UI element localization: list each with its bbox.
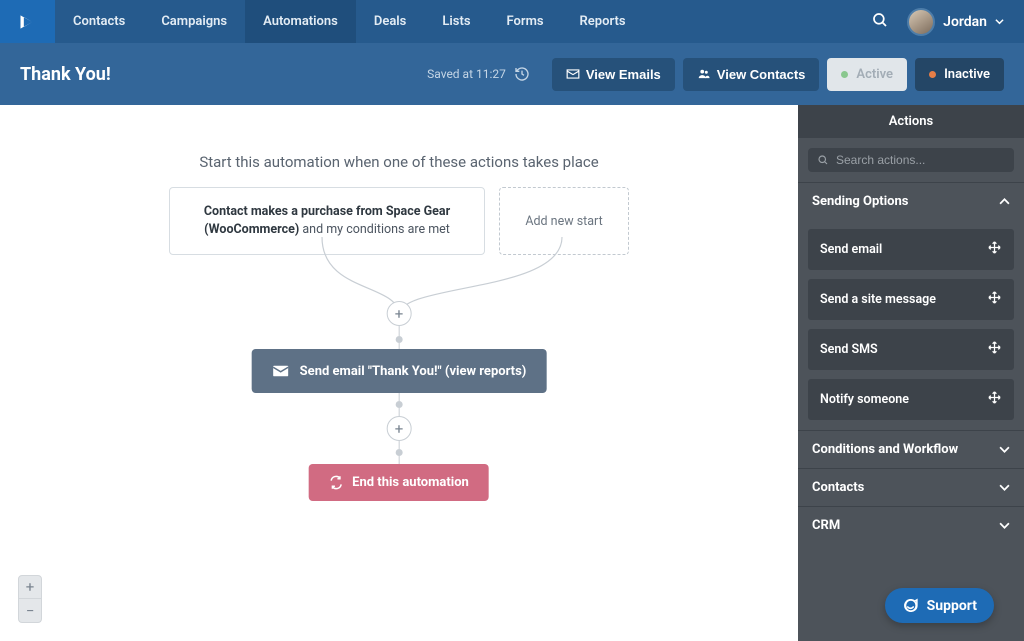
section-conditions-workflow[interactable]: Conditions and Workflow: [798, 430, 1024, 468]
status-dot-active: [841, 71, 848, 78]
avatar: [907, 8, 935, 36]
view-emails-button[interactable]: View Emails: [552, 58, 675, 91]
add-new-start[interactable]: Add new start: [499, 187, 629, 255]
support-button[interactable]: Support: [885, 588, 994, 623]
history-icon[interactable]: [514, 66, 530, 82]
panel-title: Actions: [798, 105, 1024, 138]
nav-contacts[interactable]: Contacts: [55, 0, 143, 43]
end-node[interactable]: End this automation: [309, 464, 489, 501]
section-sending-options[interactable]: Sending Options: [798, 182, 1024, 220]
saved-at: Saved at 11:27: [427, 66, 530, 82]
action-send-sms[interactable]: Send SMS: [808, 329, 1014, 370]
status-inactive-toggle[interactable]: Inactive: [915, 58, 1004, 91]
sub-header: Thank You! Saved at 11:27 View Emails Vi…: [0, 43, 1024, 105]
top-nav: Contacts Campaigns Automations Deals Lis…: [0, 0, 1024, 43]
nav-reports[interactable]: Reports: [562, 0, 644, 43]
user-menu[interactable]: Jordan: [907, 8, 1004, 36]
action-send-email[interactable]: Send email: [808, 229, 1014, 270]
refresh-arrows-icon: [329, 475, 344, 490]
action-send-site-message[interactable]: Send a site message: [808, 279, 1014, 320]
section-crm[interactable]: CRM: [798, 506, 1024, 544]
chevron-down-icon: [999, 444, 1010, 455]
nav-lists[interactable]: Lists: [424, 0, 488, 43]
email-node[interactable]: Send email "Thank You!" (view reports): [252, 349, 547, 393]
action-notify-someone[interactable]: Notify someone: [808, 379, 1014, 420]
contacts-icon: [697, 67, 711, 81]
app-logo[interactable]: [0, 0, 55, 43]
add-step-button-mid[interactable]: +: [387, 416, 412, 441]
search-icon[interactable]: [871, 11, 889, 33]
panel-search[interactable]: [808, 148, 1014, 172]
chat-icon: [902, 597, 919, 614]
start-prompt: Start this automation when one of these …: [0, 105, 798, 171]
user-name: Jordan: [943, 14, 987, 30]
status-active-toggle[interactable]: Active: [827, 58, 907, 91]
zoom-controls: + −: [18, 575, 42, 623]
zoom-in-button[interactable]: +: [18, 575, 42, 599]
connector-dot: [396, 449, 403, 456]
connector-dot: [396, 336, 403, 343]
nav-automations[interactable]: Automations: [245, 0, 356, 43]
trigger-card[interactable]: Contact makes a purchase from Space Gear…: [169, 187, 485, 255]
nav-deals[interactable]: Deals: [356, 0, 425, 43]
add-step-button-top[interactable]: +: [387, 301, 412, 326]
page-title: Thank You!: [20, 64, 111, 85]
move-icon: [987, 290, 1002, 309]
chevron-down-icon: [999, 482, 1010, 493]
nav-items: Contacts Campaigns Automations Deals Lis…: [55, 0, 871, 43]
nav-forms[interactable]: Forms: [489, 0, 562, 43]
status-dot-inactive: [929, 71, 936, 78]
move-icon: [987, 340, 1002, 359]
move-icon: [987, 240, 1002, 259]
chevron-down-icon: [995, 17, 1004, 26]
chevron-up-icon: [999, 196, 1010, 207]
connector-dot: [396, 401, 403, 408]
panel-search-input[interactable]: [836, 153, 1005, 167]
automation-canvas[interactable]: Start this automation when one of these …: [0, 105, 798, 641]
view-contacts-button[interactable]: View Contacts: [683, 58, 820, 91]
nav-campaigns[interactable]: Campaigns: [143, 0, 245, 43]
zoom-out-button[interactable]: −: [18, 599, 42, 623]
move-icon: [987, 390, 1002, 409]
search-icon: [817, 154, 829, 166]
actions-panel: Actions Sending Options Send email Send …: [798, 105, 1024, 641]
section-contacts[interactable]: Contacts: [798, 468, 1024, 506]
envelope-icon: [566, 67, 580, 81]
chevron-down-icon: [999, 520, 1010, 531]
envelope-icon: [272, 362, 290, 380]
